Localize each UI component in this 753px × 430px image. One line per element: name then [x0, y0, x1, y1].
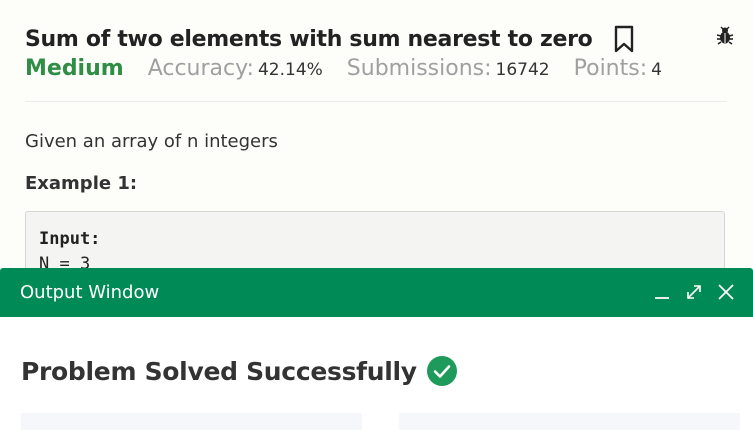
- points-label: Points:: [573, 56, 648, 81]
- result-panel-left: [21, 413, 362, 430]
- accuracy-stat: Accuracy: 42.14%: [148, 56, 323, 81]
- problem-meta: Medium Accuracy: 42.14% Submissions: 16742…: [25, 56, 735, 94]
- bug-icon[interactable]: [715, 26, 735, 46]
- submissions-stat: Submissions: 16742: [347, 56, 550, 81]
- points-value: 4: [651, 60, 662, 80]
- result-panel-right: [399, 413, 740, 430]
- close-icon[interactable]: [716, 282, 736, 302]
- problem-description: Given an array of n integers: [25, 131, 278, 152]
- accuracy-value: 42.14%: [257, 60, 323, 80]
- check-circle-icon: [426, 356, 457, 386]
- problem-title: Sum of two elements with sum nearest to …: [25, 26, 593, 52]
- bookmark-icon[interactable]: [613, 25, 635, 53]
- submissions-label: Submissions:: [346, 56, 492, 81]
- submissions-value: 16742: [495, 60, 550, 80]
- output-window-title: Output Window: [20, 282, 160, 303]
- problem-header: Sum of two elements with sum nearest to …: [25, 22, 735, 94]
- result-message: Problem Solved Successfully: [21, 356, 417, 386]
- accuracy-label: Accuracy:: [147, 56, 254, 81]
- maximize-icon[interactable]: [684, 282, 704, 302]
- header-divider: [25, 101, 727, 102]
- difficulty-badge: Medium: [25, 56, 124, 81]
- title-row: Sum of two elements with sum nearest to …: [25, 22, 735, 56]
- example-title: Example 1:: [25, 173, 138, 194]
- minimize-icon[interactable]: [652, 282, 672, 302]
- output-window: Output Window Problem Solved Successfull…: [0, 268, 753, 430]
- result-row: Problem Solved Successfully: [21, 356, 457, 386]
- window-controls: [652, 282, 736, 302]
- points-stat: Points: 4: [574, 56, 662, 81]
- code-line: Input:: [39, 229, 101, 249]
- output-window-header: Output Window: [0, 268, 753, 317]
